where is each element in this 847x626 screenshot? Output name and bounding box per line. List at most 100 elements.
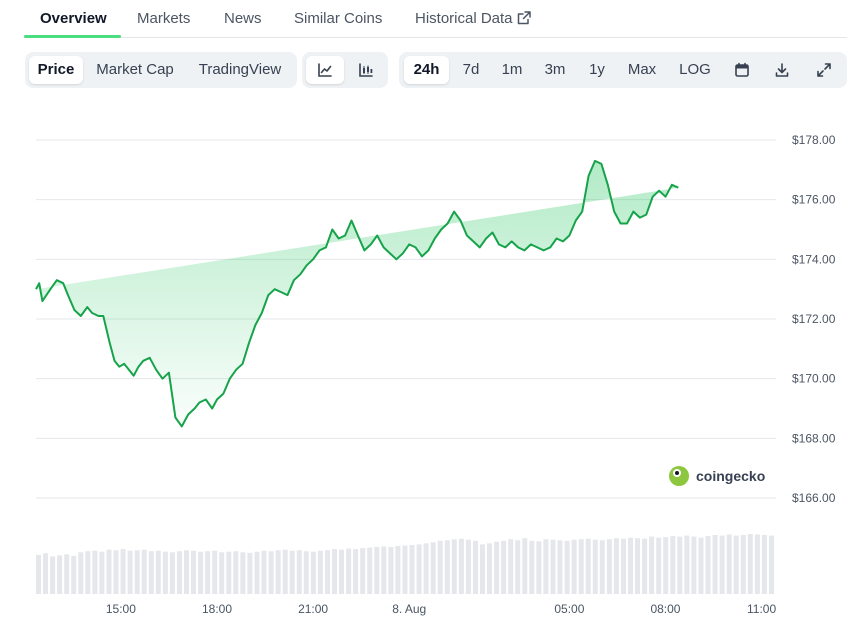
volume-bar: [592, 539, 598, 594]
volume-bar: [733, 535, 739, 594]
volume-bar: [663, 537, 669, 594]
volume-bar: [233, 551, 239, 594]
volume-bar: [99, 551, 105, 594]
y-tick-label: $176.00: [792, 193, 836, 207]
volume-bar: [303, 551, 309, 594]
volume-bar: [628, 537, 633, 594]
y-tick-label: $172.00: [792, 312, 836, 326]
volume-bar: [515, 540, 521, 594]
volume-bar: [127, 550, 133, 594]
volume-bar: [36, 554, 41, 594]
volume-bar: [670, 536, 676, 594]
volume-bar: [747, 534, 753, 594]
volume-bar: [571, 539, 577, 594]
volume-bar: [57, 555, 63, 594]
volume-bar: [754, 534, 760, 594]
price-chart[interactable]: $178.00 $176.00 $174.00 $172.00 $170.00 $168.…: [0, 0, 847, 626]
volume-bar: [578, 539, 584, 594]
volume-bar: [120, 549, 126, 594]
volume-bar: [254, 551, 260, 594]
volume-bar: [148, 551, 154, 594]
x-tick-label: 18:00: [202, 602, 232, 616]
volume-bars: [36, 534, 774, 594]
volume-bar: [289, 550, 295, 594]
volume-bar: [212, 550, 218, 594]
volume-bar: [564, 540, 570, 594]
volume-bar: [529, 540, 535, 594]
volume-bar: [240, 552, 246, 594]
volume-bar: [226, 551, 232, 594]
x-axis: 15:00 18:00 21:00 8. Aug 05:00 08:00 11:00: [106, 602, 777, 616]
volume-bar: [416, 544, 422, 594]
volume-bar: [50, 556, 56, 594]
volume-bar: [501, 540, 507, 594]
y-tick-label: $168.00: [792, 431, 836, 445]
x-tick-label: 8. Aug: [392, 602, 426, 616]
volume-bar: [409, 545, 415, 594]
volume-bar: [360, 548, 366, 594]
volume-bar: [162, 551, 168, 594]
volume-bar: [451, 539, 457, 594]
volume-bar: [691, 536, 697, 594]
volume-bar: [705, 536, 711, 594]
volume-bar: [184, 550, 189, 594]
y-tick-label: $174.00: [792, 252, 836, 266]
volume-bar: [381, 546, 387, 594]
volume-bar: [169, 552, 175, 594]
volume-bar: [43, 553, 48, 594]
volume-bar: [543, 539, 549, 594]
volume-bar: [71, 555, 77, 594]
volume-bar: [205, 551, 211, 594]
volume-bar: [402, 545, 408, 594]
volume-bar: [310, 551, 316, 594]
volume-bar: [761, 535, 767, 594]
volume-bar: [268, 551, 274, 594]
volume-bar: [388, 547, 394, 594]
volume-bar: [585, 538, 591, 594]
volume-bar: [64, 554, 70, 594]
x-tick-label: 05:00: [554, 602, 584, 616]
volume-bar: [113, 550, 119, 594]
volume-bar: [550, 539, 556, 594]
volume-bar: [649, 536, 655, 594]
x-tick-label: 21:00: [298, 602, 328, 616]
volume-bar: [177, 551, 182, 594]
price-area: [36, 160, 679, 427]
volume-bar: [642, 538, 648, 594]
volume-bar: [92, 550, 98, 594]
y-tick-label: $178.00: [792, 133, 836, 147]
volume-bar: [494, 541, 500, 594]
volume-bar: [85, 551, 91, 594]
volume-bar: [106, 549, 112, 594]
volume-bar: [557, 540, 563, 594]
y-tick-label: $166.00: [792, 491, 836, 505]
volume-bar: [536, 541, 542, 594]
volume-bar: [155, 550, 161, 594]
volume-bar: [677, 536, 683, 594]
volume-bar: [339, 549, 344, 594]
volume-bar: [219, 552, 225, 594]
volume-bar: [141, 549, 147, 594]
volume-bar: [444, 540, 450, 594]
volume-bar: [465, 539, 471, 594]
volume-bar: [437, 540, 443, 594]
volume-bar: [656, 537, 662, 594]
y-tick-label: $170.00: [792, 372, 836, 386]
volume-bar: [374, 547, 380, 594]
volume-bar: [346, 548, 352, 594]
volume-bar: [712, 535, 718, 594]
volume-bar: [317, 550, 323, 594]
coingecko-watermark: coingecko: [669, 466, 765, 486]
volume-bar: [395, 546, 401, 594]
x-tick-label: 11:00: [747, 602, 776, 616]
volume-bar: [740, 535, 746, 594]
volume-bar: [487, 543, 492, 594]
volume-bar: [191, 550, 196, 594]
volume-bar: [134, 550, 140, 594]
volume-bar: [621, 538, 626, 594]
volume-bar: [508, 539, 514, 594]
volume-bar: [698, 537, 704, 594]
x-tick-label: 15:00: [106, 602, 136, 616]
volume-bar: [367, 547, 373, 594]
volume-bar: [599, 540, 605, 594]
